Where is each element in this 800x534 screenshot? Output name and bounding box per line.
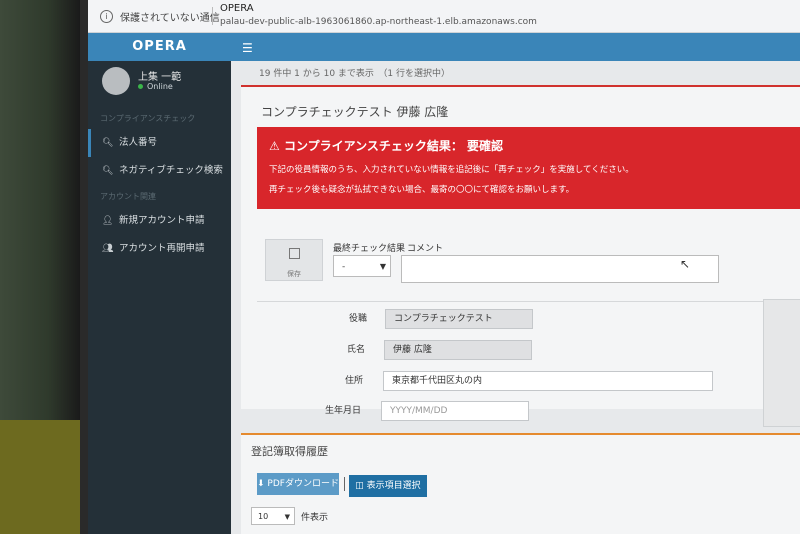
top-navbar: ☰ <box>231 33 800 61</box>
comment-input[interactable] <box>401 255 719 283</box>
users-icon: 👥︎ <box>102 244 114 254</box>
address-divider <box>212 7 213 25</box>
sidebar-item-label: 法人番号 <box>119 137 158 148</box>
name-field: 伊藤 広隆 <box>384 340 532 360</box>
section-divider <box>257 301 800 302</box>
alert-box: ⚠ コンプライアンスチェック結果： 要確認 下記の役員情報のうち、入力されていな… <box>257 127 800 209</box>
history-title: 登記簿取得履歴 <box>251 445 328 458</box>
avatar <box>102 67 130 95</box>
save-button[interactable]: 保存 <box>265 239 323 281</box>
sidebar-item-new-account[interactable]: 👤︎ 新規アカウント申請 <box>88 207 231 235</box>
user-status-text: Online <box>147 82 173 91</box>
sidebar-item-label: ネガティブチェック検索 <box>119 165 223 176</box>
search-icon: 🔍︎ <box>102 166 114 176</box>
address-bar[interactable]: i 保護されていない通信 OPERA palau-dev-public-alb-… <box>88 0 800 33</box>
address-label: 住所 <box>344 376 363 386</box>
address-input[interactable]: 東京都千代田区丸の内 <box>383 371 713 391</box>
position-label: 役職 <box>348 314 367 324</box>
background-object <box>0 420 80 534</box>
button-separator <box>344 477 345 491</box>
info-icon[interactable]: i <box>100 10 113 23</box>
brand-logo[interactable]: OPERA <box>88 33 231 61</box>
check-result-value: - <box>342 262 346 272</box>
history-panel: 登記簿取得履歴 ⬇ PDFダウンロード ◫ 表示項目選択 10 ▼ 件表示 <box>241 433 800 534</box>
alert-heading: ⚠ コンプライアンスチェック結果： 要確認 <box>269 137 503 154</box>
photo-placeholder <box>763 299 800 427</box>
user-status: Online <box>138 82 173 91</box>
page-size-label: 件表示 <box>301 513 329 523</box>
online-dot-icon <box>138 84 143 89</box>
check-panel: コンプラチェックテスト 伊藤 広隆 ⚠ コンプライアンスチェック結果： 要確認 … <box>241 85 800 427</box>
warning-icon: ⚠ <box>269 139 284 153</box>
name-label: 氏名 <box>346 345 365 355</box>
save-label: 保存 <box>287 270 301 278</box>
alert-line-2: 再チェック後も疑念が払拭できない場合、最寄の〇〇にて確認をお願いします。 <box>269 185 575 195</box>
security-warning: 保護されていない通信 <box>120 13 220 24</box>
pager-info: 19 件中 1 から 10 まで表示 （1 行を選択中） <box>259 69 451 79</box>
alert-line-1: 下記の役員情報のうち、入力されていない情報を追記後に「再チェック」を実施してくだ… <box>269 165 634 175</box>
pdf-download-label: PDFダウンロード <box>267 479 339 489</box>
page-size-select[interactable]: 10 ▼ <box>251 507 295 525</box>
panel-title: コンプラチェックテスト 伊藤 広隆 <box>261 105 449 119</box>
monitor-bezel <box>0 0 80 534</box>
mouse-cursor-icon: ↖ <box>680 257 691 271</box>
search-icon: 🔍︎ <box>102 138 114 148</box>
columns-icon: ◫ <box>355 481 367 491</box>
pdf-download-button[interactable]: ⬇ PDFダウンロード <box>257 473 339 495</box>
main-content: 19 件中 1 から 10 まで表示 （1 行を選択中） コンプラチェックテスト… <box>231 61 800 534</box>
sidebar-item-corporate-number[interactable]: 🔍︎ 法人番号 <box>88 129 231 157</box>
download-icon: ⬇ <box>257 479 268 489</box>
save-icon <box>288 248 300 259</box>
sidebar-item-label: アカウント再開申請 <box>119 243 205 254</box>
dob-input[interactable]: YYYY/MM/DD <box>381 401 529 421</box>
position-field: コンプラチェックテスト <box>385 309 533 329</box>
page-size-value: 10 <box>258 512 269 521</box>
comment-label: コメント <box>407 244 444 254</box>
dob-label: 生年月日 <box>324 406 361 416</box>
browser-screen: i 保護されていない通信 OPERA palau-dev-public-alb-… <box>88 0 800 534</box>
column-select-label: 表示項目選択 <box>366 481 421 491</box>
user-name: 上集 一範 <box>138 72 182 83</box>
check-result-select[interactable]: - ▼ <box>333 255 391 277</box>
sidebar-section-header: アカウント関連 <box>100 192 156 201</box>
url-text[interactable]: palau-dev-public-alb-1963061860.ap-north… <box>220 17 537 27</box>
sidebar-item-account-reopen[interactable]: 👥︎ アカウント再開申請 <box>88 235 231 263</box>
alert-heading-text: コンプライアンスチェック結果： 要確認 <box>283 139 504 153</box>
check-result-label: 最終チェック結果 <box>333 244 406 254</box>
site-name: OPERA <box>220 3 254 14</box>
user-icon: 👤︎ <box>102 216 114 226</box>
sidebar-section-header: コンプライアンスチェック <box>100 114 196 123</box>
chevron-down-icon: ▼ <box>284 513 290 521</box>
user-panel: 上集 一範 Online <box>88 61 231 107</box>
hamburger-icon[interactable]: ☰ <box>242 41 253 55</box>
sidebar: OPERA 上集 一範 Online コンプライアンスチェック 🔍︎ 法人番号 🔍… <box>88 33 231 534</box>
sidebar-item-label: 新規アカウント申請 <box>119 215 205 226</box>
chevron-down-icon: ▼ <box>379 262 386 271</box>
column-select-button[interactable]: ◫ 表示項目選択 <box>349 475 427 497</box>
sidebar-item-negative-check[interactable]: 🔍︎ ネガティブチェック検索 <box>88 157 231 185</box>
